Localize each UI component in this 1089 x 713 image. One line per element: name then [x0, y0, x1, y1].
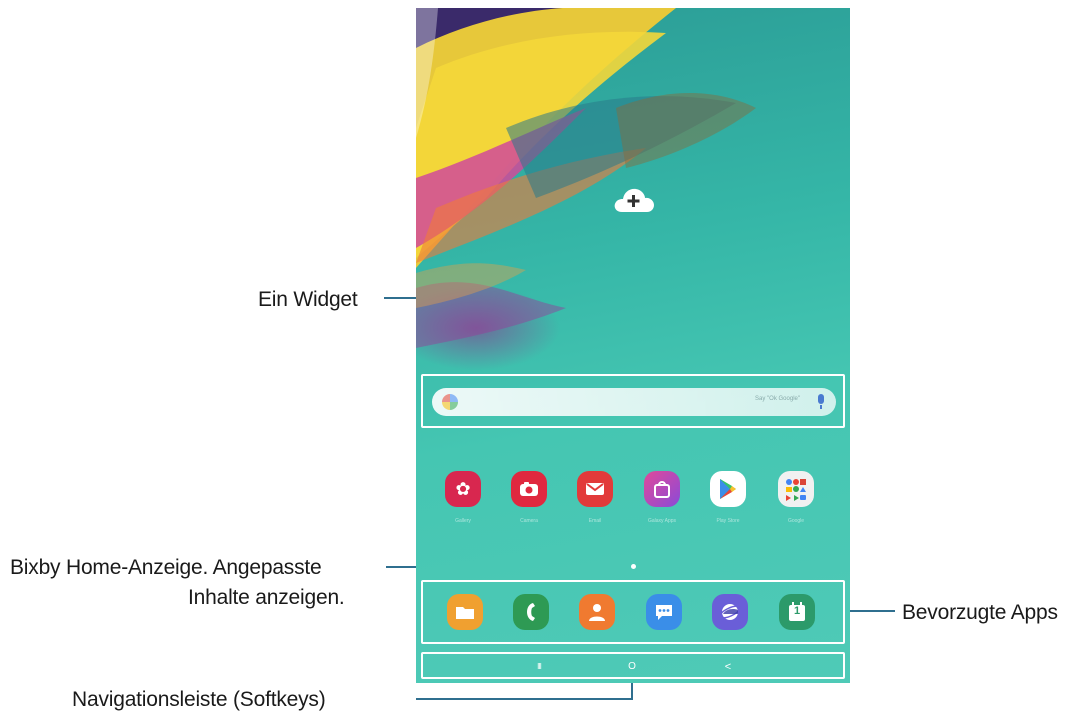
wallpaper [416, 8, 756, 348]
app-gallery[interactable]: ✿ [445, 471, 481, 507]
app-google-folder[interactable] [778, 471, 814, 507]
app-label-email: Email [588, 518, 602, 524]
dock-contacts[interactable] [579, 594, 615, 630]
app-label-camera: Camera [520, 518, 538, 524]
page-indicator[interactable] [631, 564, 636, 569]
mic-icon[interactable] [818, 394, 824, 409]
gallery-icon: ✿ [455, 478, 471, 499]
galaxy-apps-icon [644, 471, 680, 507]
app-camera[interactable] [511, 471, 547, 507]
my-files-icon [447, 594, 483, 630]
messages-icon [646, 594, 682, 630]
google-folder-icon [778, 471, 814, 507]
callout-bixby-line1: Bixby Home-Anzeige. Angepasste [10, 556, 322, 579]
app-label-google: Google [787, 518, 805, 524]
add-widget-icon[interactable] [612, 184, 656, 214]
app-email[interactable] [577, 471, 613, 507]
search-hint: Say "Ok Google" [755, 396, 800, 402]
play-store-icon [710, 471, 746, 507]
callout-navbar-line-h [416, 698, 633, 700]
home-screen: Say "Ok Google" ✿ Gallery Camera Email G… [416, 8, 850, 683]
email-icon [577, 471, 613, 507]
recents-button[interactable]: III [529, 661, 549, 673]
app-play-store[interactable] [710, 471, 746, 507]
home-button[interactable]: O [622, 661, 642, 673]
calendar-icon: 1 [779, 594, 815, 630]
google-search-widget[interactable]: Say "Ok Google" [432, 388, 836, 416]
dock-calendar[interactable]: 1 [779, 594, 815, 630]
dock-my-files[interactable] [447, 594, 483, 630]
contacts-icon [579, 594, 615, 630]
google-logo-icon [442, 394, 458, 410]
callout-navbar: Navigationsleiste (Softkeys) [72, 688, 326, 711]
callout-widget: Ein Widget [258, 288, 358, 311]
app-label-galaxy-apps: Galaxy Apps [647, 518, 677, 524]
dock-internet[interactable] [712, 594, 748, 630]
app-label-gallery: Gallery [455, 518, 471, 524]
callout-bixby-line2: Inhalte anzeigen. [188, 586, 345, 609]
app-galaxy-apps[interactable] [644, 471, 680, 507]
calendar-day: 1 [793, 605, 801, 617]
app-label-play-store: Play Store [716, 518, 740, 524]
camera-icon [511, 471, 547, 507]
callout-favorites-line [845, 610, 895, 612]
dock-phone[interactable] [513, 594, 549, 630]
back-button[interactable]: < [718, 661, 738, 673]
internet-icon [712, 594, 748, 630]
dock-messages[interactable] [646, 594, 682, 630]
callout-favorites: Bevorzugte Apps [902, 601, 1058, 624]
phone-icon [513, 594, 549, 630]
